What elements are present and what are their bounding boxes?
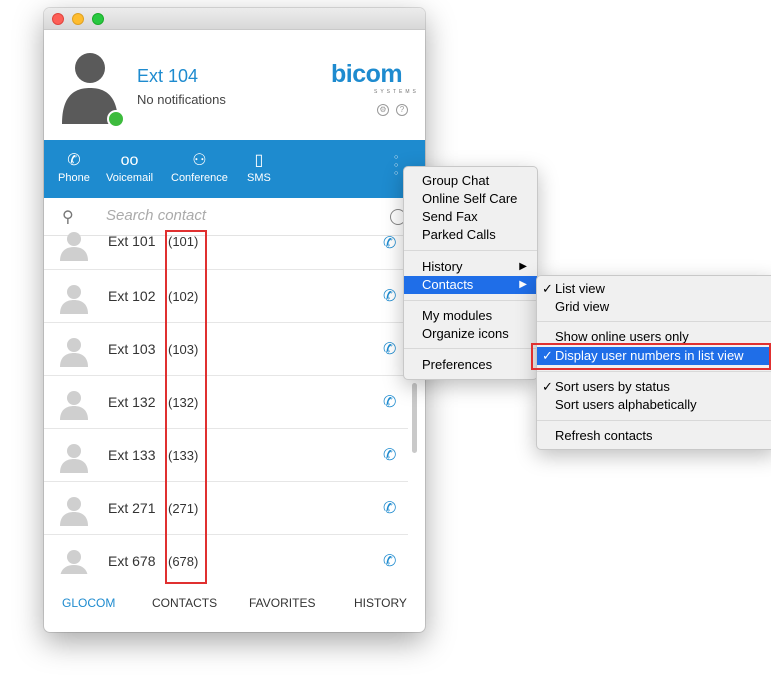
submenu-item-list-view[interactable]: ✓ List view	[537, 280, 771, 298]
contact-name: Ext 103	[108, 341, 156, 357]
menu-item-send-fax[interactable]: Send Fax	[404, 208, 537, 226]
nav-glocom[interactable]: GLOCOM	[62, 596, 115, 610]
close-button[interactable]	[52, 13, 64, 25]
call-icon[interactable]: ✆	[383, 392, 396, 412]
menu-item-contacts[interactable]: Contacts ▶	[404, 276, 537, 294]
scrollbar-thumb[interactable]	[412, 383, 417, 453]
contact-avatar-icon	[60, 338, 88, 367]
more-options-icon[interactable]: ○ ○ ○	[394, 154, 400, 178]
menu-item-preferences[interactable]: Preferences	[404, 356, 537, 374]
submenu-item-sort-alphabetically[interactable]: Sort users alphabetically	[537, 396, 771, 414]
menu-item-my-modules[interactable]: My modules	[404, 307, 537, 325]
menu-separator	[537, 371, 771, 372]
zoom-button[interactable]	[92, 13, 104, 25]
voicemail-icon: ᴏᴏ	[120, 152, 139, 169]
contact-name: Ext 133	[108, 447, 156, 463]
contact-avatar-icon	[60, 444, 88, 473]
menu-separator	[404, 348, 537, 349]
nav-favorites[interactable]: FAVORITES	[249, 596, 315, 610]
submenu-item-label: Sort users by status	[555, 379, 670, 394]
menu-separator	[537, 420, 771, 421]
toolbar-voicemail[interactable]: ᴏᴏ Voicemail	[106, 150, 153, 184]
org-chart-icon[interactable]: ⚲	[62, 207, 74, 227]
submenu-item-label: List view	[555, 281, 605, 296]
nav-contacts[interactable]: CONTACTS	[152, 596, 217, 610]
contact-name: Ext 678	[108, 553, 156, 569]
contact-avatar-icon	[60, 391, 88, 420]
toolbar-sms[interactable]: ▯ SMS	[247, 150, 271, 184]
contact-row[interactable]: Ext 133 (133) ✆	[44, 429, 408, 482]
user-numbers-highlight	[165, 230, 207, 584]
contact-row[interactable]: Ext 678 (678) ✆	[44, 535, 408, 574]
menu-item-group-chat[interactable]: Group Chat	[404, 172, 537, 190]
menu-item-parked-calls[interactable]: Parked Calls	[404, 226, 537, 244]
toolbar-label: SMS	[247, 172, 271, 184]
notification-status: No notifications	[137, 92, 226, 107]
submenu-item-label: Grid view	[555, 299, 610, 314]
bicom-logo: bicom	[331, 60, 403, 88]
title-bar	[44, 8, 425, 30]
contact-row[interactable]: Ext 103 (103) ✆	[44, 323, 408, 376]
online-status-indicator	[107, 110, 125, 128]
call-icon[interactable]: ✆	[383, 339, 396, 359]
contact-row[interactable]: Ext 101 (101) ✆	[44, 228, 408, 270]
call-icon[interactable]: ✆	[383, 498, 396, 518]
contact-avatar-icon	[60, 285, 88, 314]
help-icon[interactable]: ?	[396, 104, 408, 116]
toolbar-label: Voicemail	[106, 172, 154, 184]
menu-separator	[404, 300, 537, 301]
menu-item-online-self-care[interactable]: Online Self Care	[404, 190, 537, 208]
toolbar-conference[interactable]: ⚇ Conference	[171, 150, 228, 184]
toolbar-label: Conference	[171, 172, 228, 184]
submenu-item-label: Sort users alphabetically	[555, 397, 697, 412]
checkmark-icon: ✓	[542, 281, 553, 296]
submenu-item-sort-by-status[interactable]: ✓ Sort users by status	[537, 378, 771, 396]
main-toolbar: ✆ Phone ᴏᴏ Voicemail ⚇ Conference ▯ SMS …	[44, 140, 425, 198]
submenu-arrow-icon: ▶	[519, 279, 527, 290]
submenu-arrow-icon: ▶	[519, 261, 527, 272]
conference-icon: ⚇	[192, 152, 207, 169]
submenu-item-refresh-contacts[interactable]: Refresh contacts	[537, 427, 771, 445]
bottom-navigation: GLOCOM CONTACTS FAVORITES HISTORY	[44, 586, 425, 624]
call-icon[interactable]: ✆	[383, 286, 396, 306]
contact-name: Ext 132	[108, 394, 156, 410]
gear-icon[interactable]: ⚙	[377, 104, 389, 116]
contact-avatar-icon	[60, 497, 88, 526]
contact-avatar-icon	[60, 550, 88, 574]
display-numbers-highlight	[531, 343, 771, 370]
checkmark-icon: ✓	[542, 379, 553, 394]
submenu-item-label: Refresh contacts	[555, 428, 653, 443]
call-icon[interactable]: ✆	[383, 551, 396, 571]
toolbar-phone[interactable]: ✆ Phone	[58, 150, 90, 184]
contact-avatar-icon	[60, 232, 88, 261]
sms-icon: ▯	[254, 152, 264, 169]
minimize-button[interactable]	[72, 13, 84, 25]
contact-row[interactable]: Ext 102 (102) ✆	[44, 270, 408, 323]
contact-name: Ext 271	[108, 500, 156, 516]
menu-separator	[537, 321, 771, 322]
submenu-item-grid-view[interactable]: Grid view	[537, 298, 771, 316]
menu-item-label: History	[422, 259, 463, 274]
menu-item-history[interactable]: History ▶	[404, 258, 537, 276]
contact-name: Ext 102	[108, 288, 156, 304]
phone-icon: ✆	[67, 152, 81, 169]
search-input[interactable]	[106, 207, 366, 224]
profile-name[interactable]: Ext 104	[137, 66, 198, 87]
contact-row[interactable]: Ext 132 (132) ✆	[44, 376, 408, 429]
nav-history[interactable]: HISTORY	[354, 596, 407, 610]
contact-row[interactable]: Ext 271 (271) ✆	[44, 482, 408, 535]
contact-name: Ext 101	[108, 233, 156, 249]
call-icon[interactable]: ✆	[383, 445, 396, 465]
menu-separator	[404, 250, 537, 251]
profile-header: Ext 104 No notifications bicom SYSTEMS ⚙…	[44, 30, 425, 140]
menu-item-organize-icons[interactable]: Organize icons	[404, 325, 537, 343]
toolbar-label: Phone	[58, 172, 90, 184]
contact-list: Ext 101 (101) ✆ Ext 102 (102) ✆ Ext 103 …	[44, 228, 425, 574]
options-menu: Group Chat Online Self Care Send Fax Par…	[403, 166, 538, 380]
call-icon[interactable]: ✆	[383, 233, 396, 253]
bicom-logo-tagline: SYSTEMS	[374, 89, 419, 95]
submenu-item-label: Show online users only	[555, 329, 689, 344]
menu-item-label: Contacts	[422, 277, 474, 292]
